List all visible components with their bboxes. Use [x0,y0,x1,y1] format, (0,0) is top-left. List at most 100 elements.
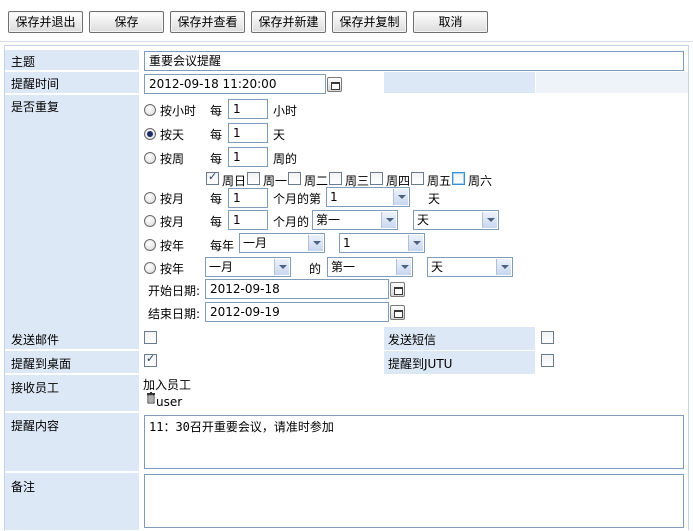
repeat-hour-radio[interactable] [144,104,156,116]
weekday-mon-checkbox[interactable] [247,172,260,185]
add-employee-link[interactable]: 加入员工 [143,378,191,392]
repeat-month1-day-select[interactable]: 1 [326,187,410,207]
reminder-form: 主题 重要会议提醒 提醒时间 2012-09-18 11:20:00 是否重复 … [4,45,689,531]
chevron-down-icon [396,259,411,275]
calendar-icon[interactable] [390,282,405,297]
subject-input[interactable]: 重要会议提醒 [144,51,684,71]
weekday-wed-checkbox[interactable] [329,172,342,185]
content-textarea[interactable]: 11：30召开重要会议，请准时参加 [144,415,684,469]
remind-desktop-label: 提醒到桌面 [5,351,139,374]
weekday-tue-label: 周二 [304,174,329,188]
weekday-thu-checkbox[interactable] [370,172,383,185]
chevron-down-icon [496,259,511,275]
cancel-button[interactable]: 取消 [413,11,488,33]
repeat-hour-label: 按小时 [160,104,197,118]
send-mail-checkbox[interactable] [144,331,157,344]
weekday-thu-label: 周四 [386,174,411,188]
end-date-input[interactable]: 2012-09-19 [205,302,389,322]
remind-time-filler [384,72,535,94]
chevron-down-icon [308,235,323,251]
repeat-month2-every: 每 [210,215,223,229]
repeat-month1-input[interactable]: 1 [228,188,268,208]
chevron-down-icon [393,189,408,205]
remind-time-input[interactable]: 2012-09-18 11:20:00 [144,74,326,94]
weekday-tue-checkbox[interactable] [288,172,301,185]
save-new-button[interactable]: 保存并新建 [251,11,326,33]
note-textarea[interactable] [144,474,684,528]
save-button[interactable]: 保存 [89,11,164,33]
weekday-fri-label: 周五 [427,174,452,188]
repeat-hour-every: 每 [210,104,223,118]
remind-time-label: 提醒时间 [5,72,139,94]
repeat-month2-unit: 个月的 [273,215,310,229]
repeat-month2-weekday-select[interactable]: 天 [413,210,499,230]
chevron-down-icon [381,212,396,228]
repeat-year2-ordinal-select[interactable]: 第一 [327,257,413,277]
repeat-year1-every: 每年 [210,239,235,253]
note-label: 备注 [5,473,139,531]
toolbar: 保存并退出 保存 保存并查看 保存并新建 保存并复制 取消 [0,0,693,42]
remind-jutu-checkbox[interactable] [541,354,554,367]
repeat-month1-suffix: 天 [428,192,441,206]
repeat-month1-unit: 个月的第 [273,192,322,206]
repeat-year1-label: 按年 [160,239,185,253]
repeat-year1-day-select[interactable]: 1 [339,233,425,253]
weekday-fri-checkbox[interactable] [411,172,424,185]
remind-desktop-checkbox[interactable] [144,352,157,367]
repeat-day-label: 按天 [160,128,185,142]
send-mail-label: 发送邮件 [5,327,139,350]
weekday-sat-label: 周六 [468,174,493,188]
repeat-year2-month-select[interactable]: 一月 [205,257,291,277]
repeat-hour-unit: 小时 [273,104,298,118]
repeat-month1-radio[interactable] [144,192,156,204]
trash-icon[interactable] [146,392,156,404]
repeat-week-input[interactable]: 1 [228,147,268,167]
repeat-month2-radio[interactable] [144,215,156,227]
calendar-icon[interactable] [327,77,342,92]
repeat-month2-label: 按月 [160,215,185,229]
start-date-label: 开始日期: [148,284,201,298]
receiver-user: user [156,395,183,409]
repeat-week-every: 每 [210,152,223,166]
repeat-year1-month-select[interactable]: 一月 [239,233,325,253]
weekday-sun-checkbox[interactable] [206,170,219,185]
send-sms-label: 发送短信 [384,327,535,350]
receivers-label: 接收员工 [5,375,139,412]
repeat-year2-label: 按年 [160,262,185,276]
repeat-day-radio[interactable] [144,128,156,140]
save-exit-button[interactable]: 保存并退出 [8,11,83,33]
chevron-down-icon [482,212,497,228]
remind-time-filler-2 [536,72,688,94]
weekday-mon-label: 周一 [263,174,288,188]
save-view-button[interactable]: 保存并查看 [170,11,245,33]
repeat-week-unit: 周的 [273,152,298,166]
repeat-label: 是否重复 [5,95,139,332]
repeat-month1-every: 每 [210,192,223,206]
repeat-week-label: 按周 [160,152,185,166]
repeat-hour-input[interactable]: 1 [228,99,268,119]
chevron-down-icon [408,235,423,251]
start-date-input[interactable]: 2012-09-18 [205,279,389,299]
repeat-week-radio[interactable] [144,152,156,164]
repeat-day-every: 每 [210,128,223,142]
end-date-label: 结束日期: [148,307,201,321]
content-label: 提醒内容 [5,413,139,472]
save-copy-button[interactable]: 保存并复制 [332,11,407,33]
repeat-year2-of: 的 [309,262,322,276]
remind-jutu-label: 提醒到JUTU [384,351,535,374]
weekday-wed-label: 周三 [345,174,370,188]
subject-label: 主题 [5,50,139,71]
repeat-year2-weekday-select[interactable]: 天 [427,257,513,277]
send-sms-checkbox[interactable] [541,331,554,344]
repeat-year1-radio[interactable] [144,239,156,251]
chevron-down-icon [274,259,289,275]
repeat-month1-label: 按月 [160,192,185,206]
repeat-month2-input[interactable]: 1 [228,210,268,230]
repeat-day-unit: 天 [273,128,286,142]
repeat-day-input[interactable]: 1 [228,123,268,143]
repeat-year2-radio[interactable] [144,262,156,274]
weekday-sun-label: 周日 [222,174,247,188]
weekday-sat-checkbox[interactable] [452,172,465,185]
repeat-month2-ordinal-select[interactable]: 第一 [312,210,398,230]
calendar-icon[interactable] [390,305,405,320]
